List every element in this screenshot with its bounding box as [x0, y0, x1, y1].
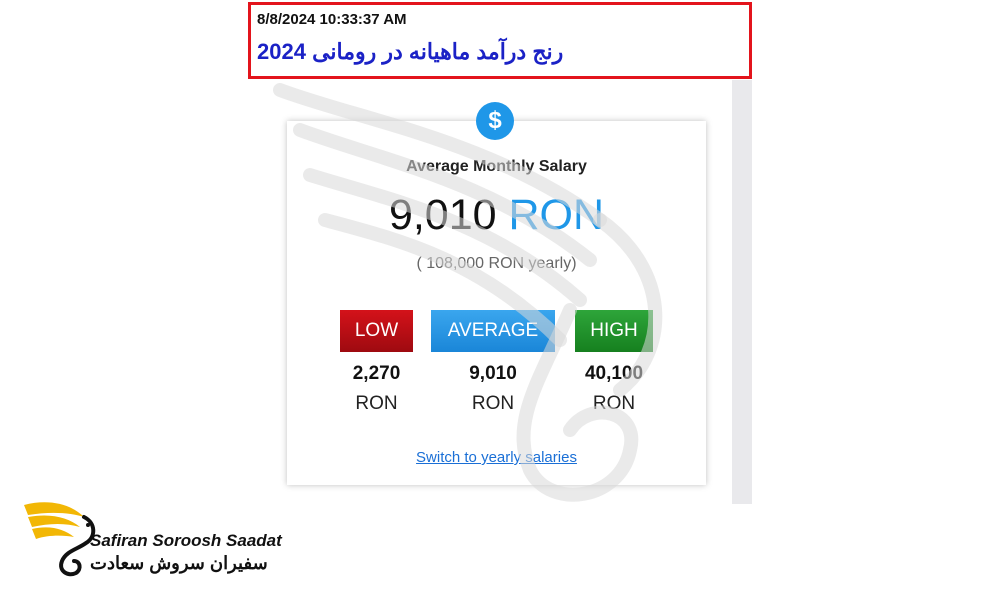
low-badge: LOW [340, 310, 413, 352]
salary-currency: RON [508, 191, 605, 239]
average-unit: RON [471, 393, 515, 414]
logo-name-en: Safiran Soroosh Saadat [90, 531, 282, 550]
average-value: 9,010 [469, 363, 517, 384]
low-unit: RON [355, 393, 398, 414]
switch-yearly-link[interactable]: Switch to yearly salaries [287, 449, 706, 466]
average-badge: AVERAGE [431, 310, 555, 352]
yearly-salary: ( 108,000 RON yearly) [416, 255, 577, 272]
page-title: رنج درآمد ماهیانه در رومانی 2024 [257, 39, 564, 64]
card-title: Average Monthly Salary [406, 158, 587, 175]
dollar-icon: $ [476, 102, 514, 140]
timestamp: 8/8/2024 10:33:37 AM [257, 11, 407, 28]
high-unit: RON [592, 393, 636, 414]
logo-name-fa: سفیران سروش سعادت [90, 553, 268, 573]
salary-card: Average Monthly Salary 9,010 RON ( 108,0… [287, 121, 706, 485]
average-salary: 9,010 RON [287, 191, 706, 240]
high-value: 40,100 [584, 363, 644, 384]
low-value: 2,270 [352, 363, 401, 384]
high-badge: HIGH [575, 310, 653, 352]
salary-amount: 9,010 [388, 191, 497, 239]
scrollbar[interactable] [732, 80, 752, 504]
company-logo: Safiran Soroosh Saadat سفیران سروش سعادت [22, 493, 302, 583]
header-box: 8/8/2024 10:33:37 AM رنج درآمد ماهیانه د… [248, 2, 752, 79]
